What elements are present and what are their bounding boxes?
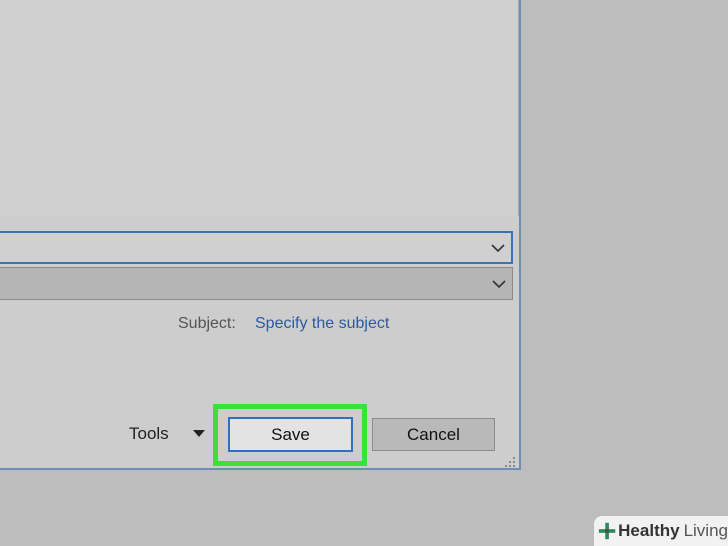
- resize-grip-icon[interactable]: [504, 456, 516, 468]
- save-dialog: Subject: Specify the subject Tools Save …: [0, 0, 521, 470]
- subject-label: Subject:: [178, 315, 236, 332]
- chevron-down-icon[interactable]: [491, 243, 505, 253]
- file-browser-pane[interactable]: [0, 0, 519, 216]
- subject-field[interactable]: Specify the subject: [255, 315, 389, 333]
- healthy-living-watermark: Healthy Living: [594, 516, 728, 546]
- medical-cross-icon: [598, 522, 616, 540]
- tools-button[interactable]: Tools: [129, 424, 169, 444]
- chevron-down-icon[interactable]: [492, 279, 506, 289]
- save-button[interactable]: Save: [228, 417, 353, 452]
- file-type-dropdown[interactable]: [0, 267, 513, 300]
- cancel-button[interactable]: Cancel: [372, 418, 495, 451]
- dropdown-arrow-icon[interactable]: [193, 430, 205, 438]
- watermark-brand-light: Living: [683, 521, 728, 540]
- watermark-brand-bold: Healthy: [618, 521, 680, 540]
- file-name-dropdown[interactable]: [0, 231, 513, 264]
